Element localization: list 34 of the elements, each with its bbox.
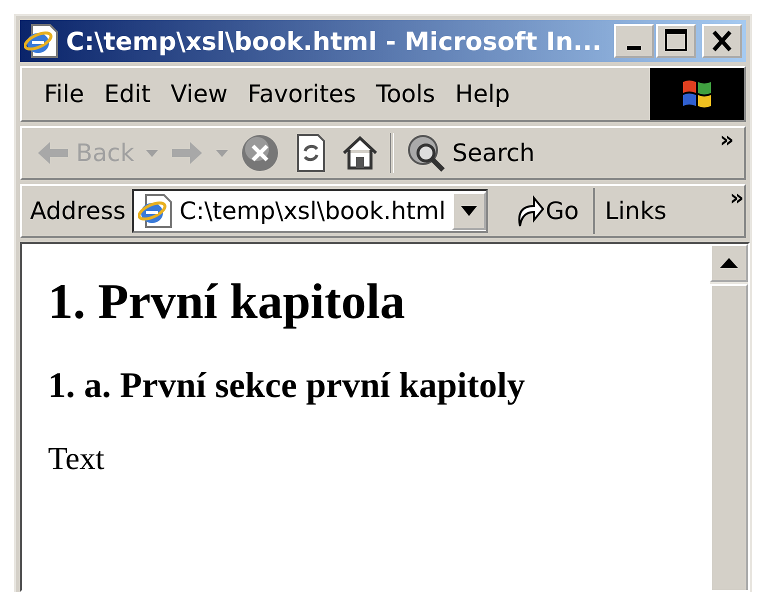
- menu-item[interactable]: File: [36, 76, 96, 112]
- ie-icon: [138, 193, 174, 229]
- dropdown-button[interactable]: [452, 192, 486, 230]
- search-icon: [406, 133, 446, 173]
- address-label: Address: [30, 197, 126, 225]
- arrow-left-icon: [36, 140, 70, 166]
- scroll-up-button[interactable]: [710, 244, 748, 282]
- ie-icon: [24, 23, 60, 59]
- close-button[interactable]: [702, 24, 742, 58]
- up-arrow-icon: [720, 258, 738, 268]
- search-button[interactable]: Search: [402, 131, 539, 175]
- section-heading: 1. a. První sekce první kapitoly: [48, 364, 526, 406]
- minimize-button[interactable]: [614, 24, 654, 58]
- dropdown-arrow-icon: [460, 206, 477, 216]
- more-chevron[interactable]: »: [720, 128, 734, 153]
- address-field[interactable]: C:\temp\xsl\book.html: [132, 189, 488, 233]
- body-text: Text: [48, 440, 106, 477]
- menu-item[interactable]: Tools: [368, 76, 448, 112]
- scrollbar[interactable]: [710, 244, 748, 590]
- links-label[interactable]: Links: [600, 197, 671, 225]
- menu-item[interactable]: Favorites: [240, 76, 368, 112]
- maximize-button[interactable]: [656, 24, 696, 58]
- refresh-icon: [296, 133, 326, 173]
- menu-item[interactable]: View: [162, 76, 240, 112]
- window-title: C:\temp\xsl\book.html - Microsoft In...: [66, 26, 603, 56]
- menu-item[interactable]: Edit: [96, 76, 163, 112]
- stop-icon: [240, 133, 280, 173]
- minimize-icon: [627, 46, 641, 50]
- menu-item[interactable]: Help: [447, 76, 522, 112]
- arrow-right-icon: [170, 140, 204, 166]
- go-button[interactable]: Go: [494, 188, 595, 234]
- more-chevron[interactable]: »: [730, 186, 744, 211]
- home-icon: [342, 135, 378, 171]
- page-heading: 1. První kapitola: [48, 272, 406, 330]
